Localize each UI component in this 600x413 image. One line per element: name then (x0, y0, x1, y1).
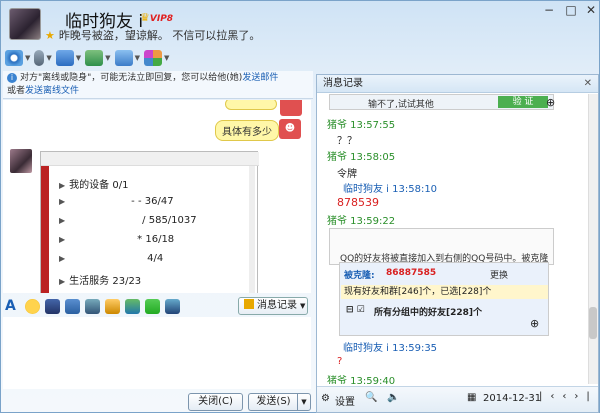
message-text: 878539 (337, 196, 379, 209)
screenshot-scrollbar (249, 166, 255, 293)
chat-window: 临时狗友 i ♛VIP8 ★ 昨晚号被盗，望谅解。 不信可以拉黑了。 − □ ✕ … (0, 0, 600, 413)
zoom-icon[interactable]: ⊕ (530, 317, 539, 330)
message-sender: 猪爷 13:59:40 (327, 376, 396, 384)
search-icon[interactable]: 🔍 (365, 392, 377, 403)
message-sender: 临时狗友 i 13:58:10 (343, 184, 438, 195)
calendar-icon[interactable]: ▦ (467, 392, 476, 403)
zoom-icon[interactable]: ⊕ (546, 96, 555, 109)
list-item: ▶ - - 36/47 (59, 196, 174, 207)
scrollbar-thumb[interactable] (589, 307, 597, 339)
checkbox-icon: ⊟ ☑ (346, 305, 365, 315)
font-icon[interactable]: A (5, 298, 20, 314)
list-item: ▶ 我的设备 0/1 (59, 180, 129, 191)
pagination-icons[interactable]: |‹‹›| (539, 391, 598, 402)
download-icon[interactable] (145, 298, 160, 314)
history-image[interactable]: QQ的好友将被直接加入到右侧的QQ号码中。被克隆 (329, 228, 554, 265)
star-icon: ★ (45, 29, 55, 42)
history-icon (244, 299, 254, 309)
message-input[interactable] (3, 317, 311, 389)
wizard-hat-icon[interactable] (45, 298, 60, 314)
close-window-button[interactable]: ✕ (581, 3, 600, 17)
close-button[interactable]: 关闭(C) (188, 393, 243, 411)
folder-icon (55, 50, 74, 66)
microphone-icon (34, 50, 45, 66)
verify-button: 验 证 (498, 96, 548, 108)
message-sender: 猪爷 13:57:55 (327, 120, 396, 131)
chevron-down-icon: ▼ (301, 398, 307, 406)
screenshot-sidebar (41, 166, 49, 293)
history-panel: 消息记录 ✕ 输不了,试试其他 验 证 ⊕ 猪爷 13:57:55 ？？ 猪爷 1… (316, 74, 599, 413)
send-options-button[interactable]: ▼ (297, 393, 311, 411)
message-history-button[interactable]: 消息记录 ▼ (238, 297, 308, 315)
vip-badge: ♛VIP8 (140, 11, 174, 24)
message-text: 令牌 (337, 169, 357, 180)
message-sender: 猪爷 13:59:22 (327, 216, 396, 227)
chevron-down-icon: ▼ (46, 54, 52, 62)
edit-icon[interactable] (105, 298, 120, 314)
close-icon[interactable]: ✕ (584, 75, 592, 92)
message-bubble (225, 100, 277, 110)
send-button[interactable]: 发送(S) (248, 393, 298, 411)
voice-call-button[interactable]: ▼ (34, 48, 52, 68)
list-item: ▶/ 585/1037 (59, 215, 197, 226)
chevron-down-icon: ▼ (134, 54, 140, 62)
chevron-down-icon: ▼ (300, 302, 306, 310)
chevron-down-icon: ▼ (75, 54, 82, 62)
chevron-down-icon: ▼ (105, 54, 111, 62)
gear-icon[interactable]: ⚙ (321, 393, 330, 404)
history-messages: 输不了,试试其他 验 证 ⊕ 猪爷 13:57:55 ？？ 猪爷 13:58:0… (317, 94, 589, 384)
contact-signature: ★ 昨晚号被盗，望谅解。 不信可以拉黑了。 (45, 29, 261, 42)
voice-message-icon[interactable] (85, 298, 100, 314)
history-panel-header: 消息记录 ✕ (317, 75, 598, 93)
crown-icon: ♛ (140, 11, 150, 24)
picture-icon[interactable] (125, 298, 140, 314)
date-field[interactable]: 2014-12-31 (483, 393, 541, 404)
emoji-icon[interactable] (25, 298, 40, 314)
transfer-file-button[interactable]: ▼ (55, 48, 82, 68)
input-toolbar: A (5, 297, 180, 315)
history-scrollbar[interactable] (588, 94, 598, 384)
top-toolbar: ▼ ▼ ▼ ▼ ▼ ▼ (5, 47, 169, 69)
offline-notice: i 对方"离线或隐身"，可能无法立即回复，您可以给他(她)发送邮件 或者发送离线文… (3, 71, 313, 99)
list-item: ▶ 4/4 (59, 253, 164, 264)
apps-grid-icon (143, 50, 162, 66)
remote-desktop-button[interactable]: ▼ (85, 48, 111, 68)
self-avatar (280, 100, 302, 116)
contact-avatar-small (10, 149, 32, 173)
screenshot-header (41, 152, 259, 166)
message-sender: 临时狗友 i 13:59:35 (343, 343, 438, 354)
maximize-button[interactable]: □ (561, 3, 581, 17)
self-avatar: ☻ (279, 119, 301, 139)
list-item: ▶ 生活服务 23/23 (59, 276, 142, 287)
message-bubble: 具体有多少 (215, 120, 279, 141)
message-sender: 猪爷 13:58:05 (327, 152, 396, 163)
list-item: ▶ * 16/18 (59, 234, 175, 245)
screenshot-image[interactable]: ▶ 我的设备 0/1 ▶ - - 36/47 ▶/ 585/1037 ▶ * 16/1… (40, 151, 259, 293)
apps-button[interactable]: ▼ (143, 48, 170, 68)
video-call-button[interactable]: ▼ (5, 48, 30, 68)
send-email-link[interactable]: 发送邮件 (242, 73, 278, 83)
info-icon: i (7, 73, 17, 83)
chevron-down-icon: ▼ (25, 54, 31, 62)
speaker-icon[interactable]: 🔈 (387, 392, 399, 403)
message-text: ? (337, 356, 343, 367)
camera-icon (5, 50, 23, 66)
contact-avatar[interactable] (9, 8, 41, 40)
minimize-button[interactable]: − (539, 3, 559, 17)
screen-share-button[interactable]: ▼ (114, 48, 140, 68)
chat-area: 具体有多少 ☻ ▶ 我的设备 0/1 ▶ - - 36/47 ▶/ 585/1037… (3, 100, 311, 293)
send-offline-file-link[interactable]: 发送离线文件 (25, 86, 79, 96)
image-frame-icon[interactable] (65, 298, 80, 314)
chevron-down-icon: ▼ (163, 54, 170, 62)
message-text: ？？ (337, 136, 357, 147)
history-image[interactable]: 被克隆: 86887585 更换 现有好友和群[246]个，已选[228]个 ⊟ … (339, 262, 549, 336)
monitor-plus-icon (85, 50, 104, 66)
settings-link[interactable]: 设置 (335, 393, 355, 408)
screen-icon (114, 50, 133, 66)
screenshot-icon[interactable] (165, 298, 180, 314)
history-footer: ⚙ 设置 🔍 🔈 ▦ 2014-12-31 |‹‹›| (317, 386, 598, 412)
history-image[interactable]: 输不了,试试其他 验 证 ⊕ (329, 94, 555, 110)
